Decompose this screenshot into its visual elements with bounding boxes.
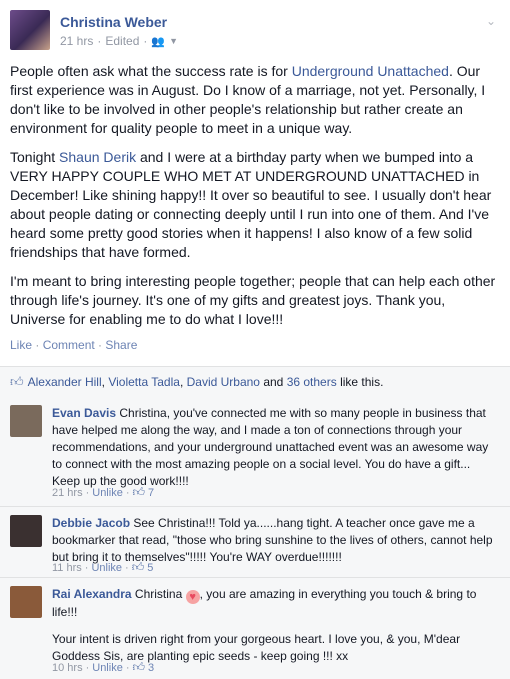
commenter-name[interactable]: Rai Alexandra xyxy=(52,587,132,601)
chevron-down-icon[interactable]: ⌄ xyxy=(486,14,496,28)
shaun-derik-link[interactable]: Shaun Derik xyxy=(59,149,136,165)
commenter-avatar[interactable] xyxy=(10,515,42,547)
liker-3[interactable]: David Urbano xyxy=(187,375,260,389)
share-link[interactable]: Share xyxy=(105,338,137,352)
audience-chevron-icon[interactable]: ▼ xyxy=(169,36,178,46)
comment-time[interactable]: 10 hrs xyxy=(52,662,83,674)
liker-2[interactable]: Violetta Tadla xyxy=(108,375,180,389)
comment-text: Christina, you've connected me with so m… xyxy=(52,406,489,488)
paragraph-3: I'm meant to bring interesting people to… xyxy=(10,273,496,327)
friends-icon[interactable]: 👥 xyxy=(151,35,165,48)
facebook-post: Christina Weber 21 hrs · Edited · 👥 ▼ ⌄ … xyxy=(0,0,510,679)
post-time[interactable]: 21 hrs xyxy=(60,34,93,48)
thumbs-up-icon: 👍︎ xyxy=(132,660,146,674)
post-actions: Like · Comment · Share xyxy=(10,338,138,352)
thumbs-up-icon: 👍︎ xyxy=(131,560,145,574)
post-meta: 21 hrs · Edited · 👥 ▼ xyxy=(60,34,179,48)
likes-bar: 👍︎ Alexander Hill, Violetta Tadla, David… xyxy=(0,366,510,398)
heart-emoji-icon: ♥ xyxy=(185,590,200,604)
comment: Debbie Jacob See Christina!!! Told ya...… xyxy=(0,507,510,578)
commenter-avatar[interactable] xyxy=(10,586,42,618)
commenter-name[interactable]: Evan Davis xyxy=(52,406,116,420)
author-name[interactable]: Christina Weber xyxy=(60,14,167,30)
underground-unattached-link[interactable]: Underground Unattached xyxy=(292,63,449,79)
comment-meta: 21 hrs · Unlike · 👍︎ 7 xyxy=(52,485,155,499)
edited-label[interactable]: Edited xyxy=(105,34,139,48)
comment-like-count[interactable]: 3 xyxy=(148,662,154,674)
comment-link[interactable]: Comment xyxy=(43,338,95,352)
comment-meta: 10 hrs · Unlike · 👍︎ 3 xyxy=(52,660,155,674)
post-header: Christina Weber 21 hrs · Edited · 👥 ▼ ⌄ xyxy=(10,10,500,54)
comment-time[interactable]: 21 hrs xyxy=(52,487,83,499)
paragraph-2: Tonight Shaun Derik and I were at a birt… xyxy=(10,149,492,260)
unlike-link[interactable]: Unlike xyxy=(92,487,123,499)
thumbs-up-icon: 👍︎ xyxy=(10,374,24,389)
comment-meta: 11 hrs · Unlike · 👍︎ 5 xyxy=(52,560,154,574)
thumbs-up-icon: 👍︎ xyxy=(132,485,146,499)
post-body: People often ask what the success rate i… xyxy=(10,62,500,339)
comment: Rai Alexandra Christina ♥, you are amazi… xyxy=(0,578,510,679)
liker-1[interactable]: Alexander Hill xyxy=(28,375,102,389)
paragraph-1: People often ask what the success rate i… xyxy=(10,63,486,136)
commenter-name[interactable]: Debbie Jacob xyxy=(52,516,130,530)
unlike-link[interactable]: Unlike xyxy=(91,562,122,574)
others-link[interactable]: 36 others xyxy=(287,375,337,389)
comment-like-count[interactable]: 7 xyxy=(148,487,154,499)
comment-time[interactable]: 11 hrs xyxy=(52,562,82,574)
like-link[interactable]: Like xyxy=(10,338,32,352)
comment: Evan Davis Christina, you've connected m… xyxy=(0,397,510,507)
likes-summary: 👍︎ Alexander Hill, Violetta Tadla, David… xyxy=(10,374,384,389)
unlike-link[interactable]: Unlike xyxy=(92,662,123,674)
comment-like-count[interactable]: 5 xyxy=(147,562,153,574)
commenter-avatar[interactable] xyxy=(10,405,42,437)
author-avatar[interactable] xyxy=(10,10,50,50)
